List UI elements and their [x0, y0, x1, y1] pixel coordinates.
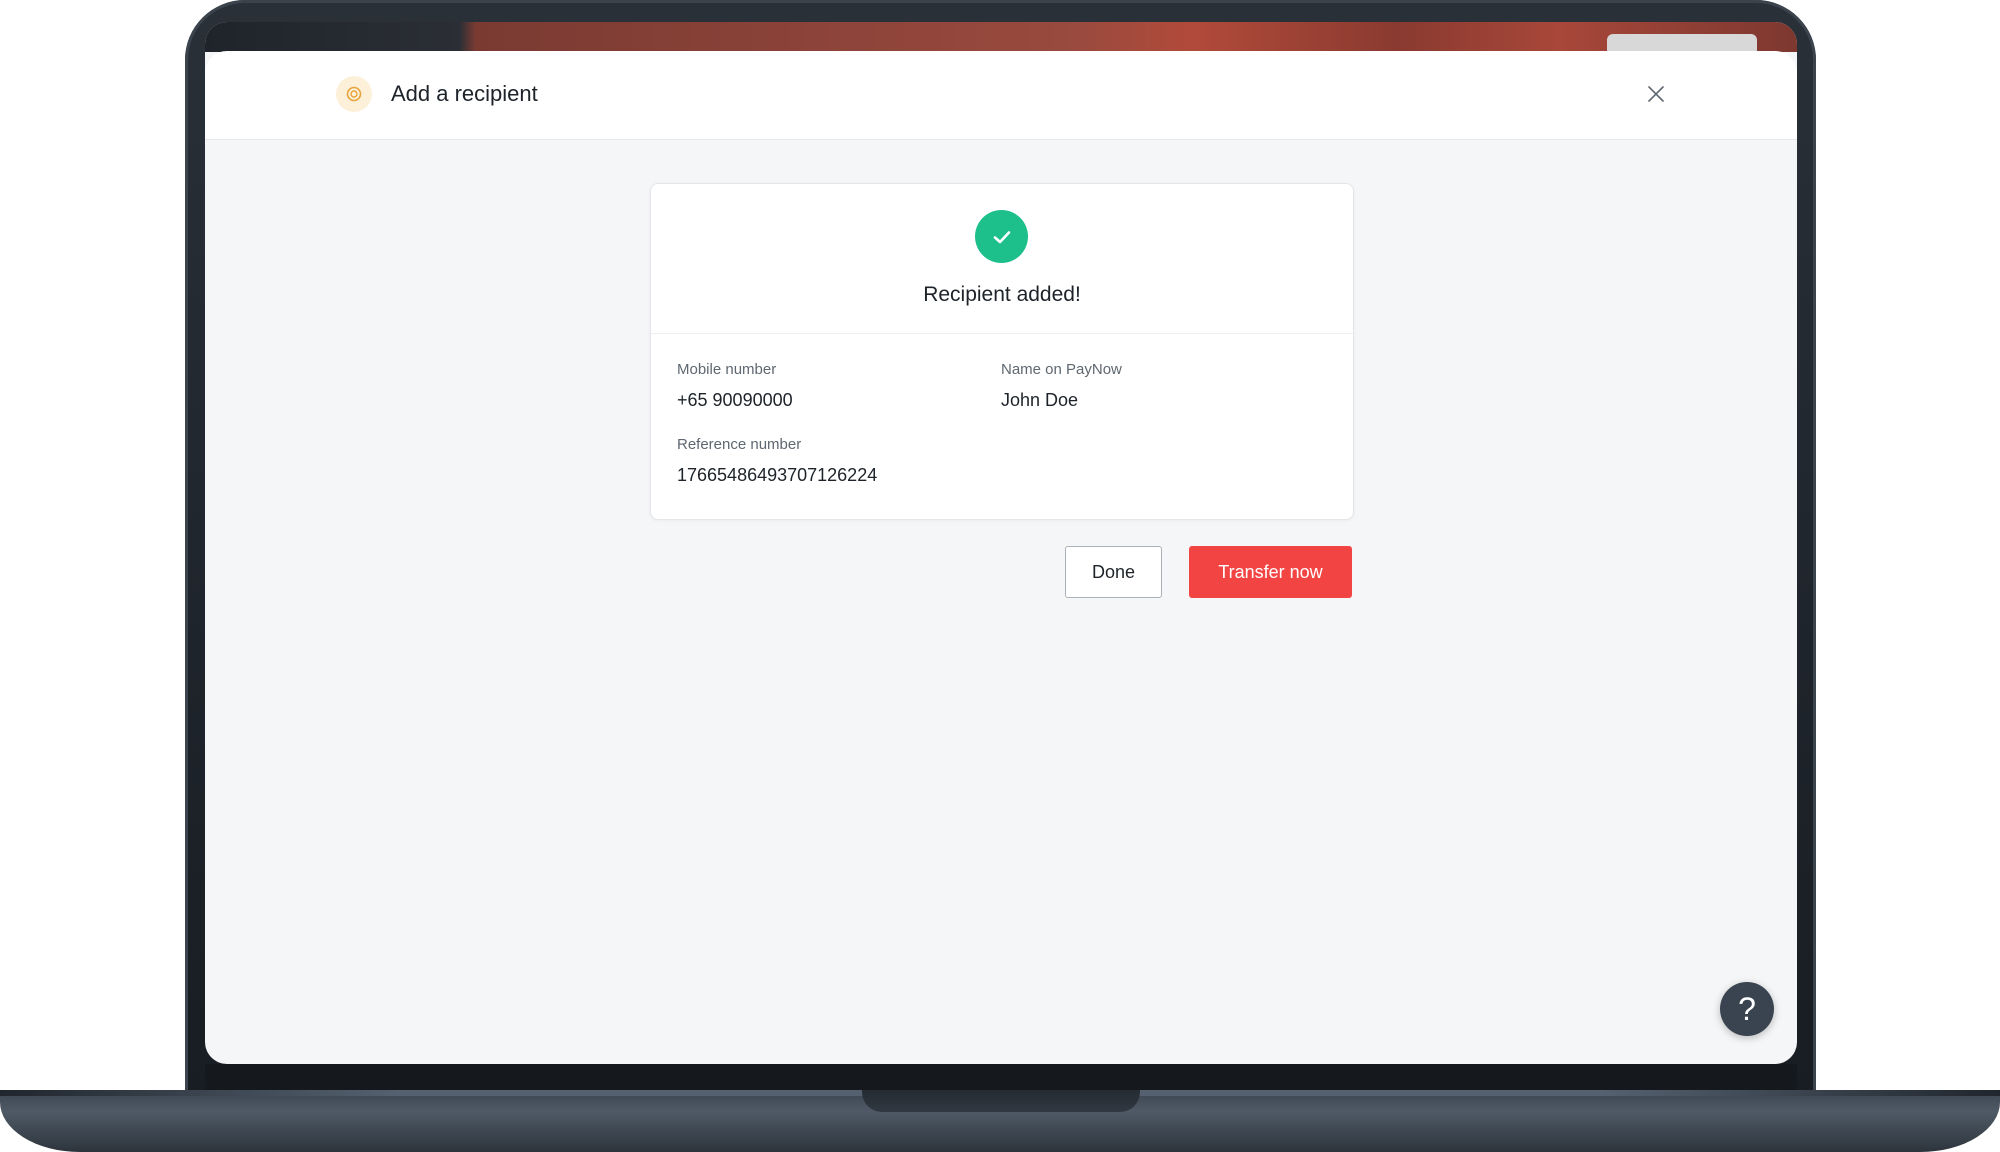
- laptop-notch: [862, 1090, 1140, 1112]
- screen: Add a recipient Recipient added! Mobile …: [205, 22, 1797, 1064]
- paynow-name-value: John Doe: [1001, 390, 1079, 410]
- background-app: [205, 22, 1797, 74]
- mobile-number-value: +65 90090000: [677, 390, 793, 410]
- modal-header: Add a recipient: [205, 51, 1797, 140]
- laptop-mockup: Add a recipient Recipient added! Mobile …: [0, 0, 2000, 1152]
- mobile-number-label: Mobile number: [677, 361, 777, 378]
- mobile-number-field: Mobile number +65 90090000: [677, 360, 793, 412]
- recipient-summary-card: Recipient added! Mobile number +65 90090…: [650, 183, 1354, 520]
- close-icon[interactable]: [1643, 81, 1669, 107]
- card-header: Recipient added!: [651, 184, 1353, 334]
- reference-number-value: 17665486493707126224: [677, 465, 878, 485]
- check-circle-icon: [975, 210, 1028, 263]
- success-title: Recipient added!: [923, 283, 1081, 306]
- paynow-name-field: Name on PayNow John Doe: [1001, 360, 1122, 412]
- screen-bottom-bezel: [205, 1064, 1797, 1090]
- help-button[interactable]: ?: [1720, 982, 1774, 1036]
- paynow-name-label: Name on PayNow: [1001, 361, 1122, 378]
- reference-number-label: Reference number: [677, 436, 802, 453]
- transfer-now-button[interactable]: Transfer now: [1189, 546, 1352, 598]
- done-button[interactable]: Done: [1065, 546, 1162, 598]
- reference-number-field: Reference number 17665486493707126224: [677, 435, 877, 487]
- paynow-coin-icon: [336, 76, 372, 112]
- modal-title: Add a recipient: [391, 81, 538, 106]
